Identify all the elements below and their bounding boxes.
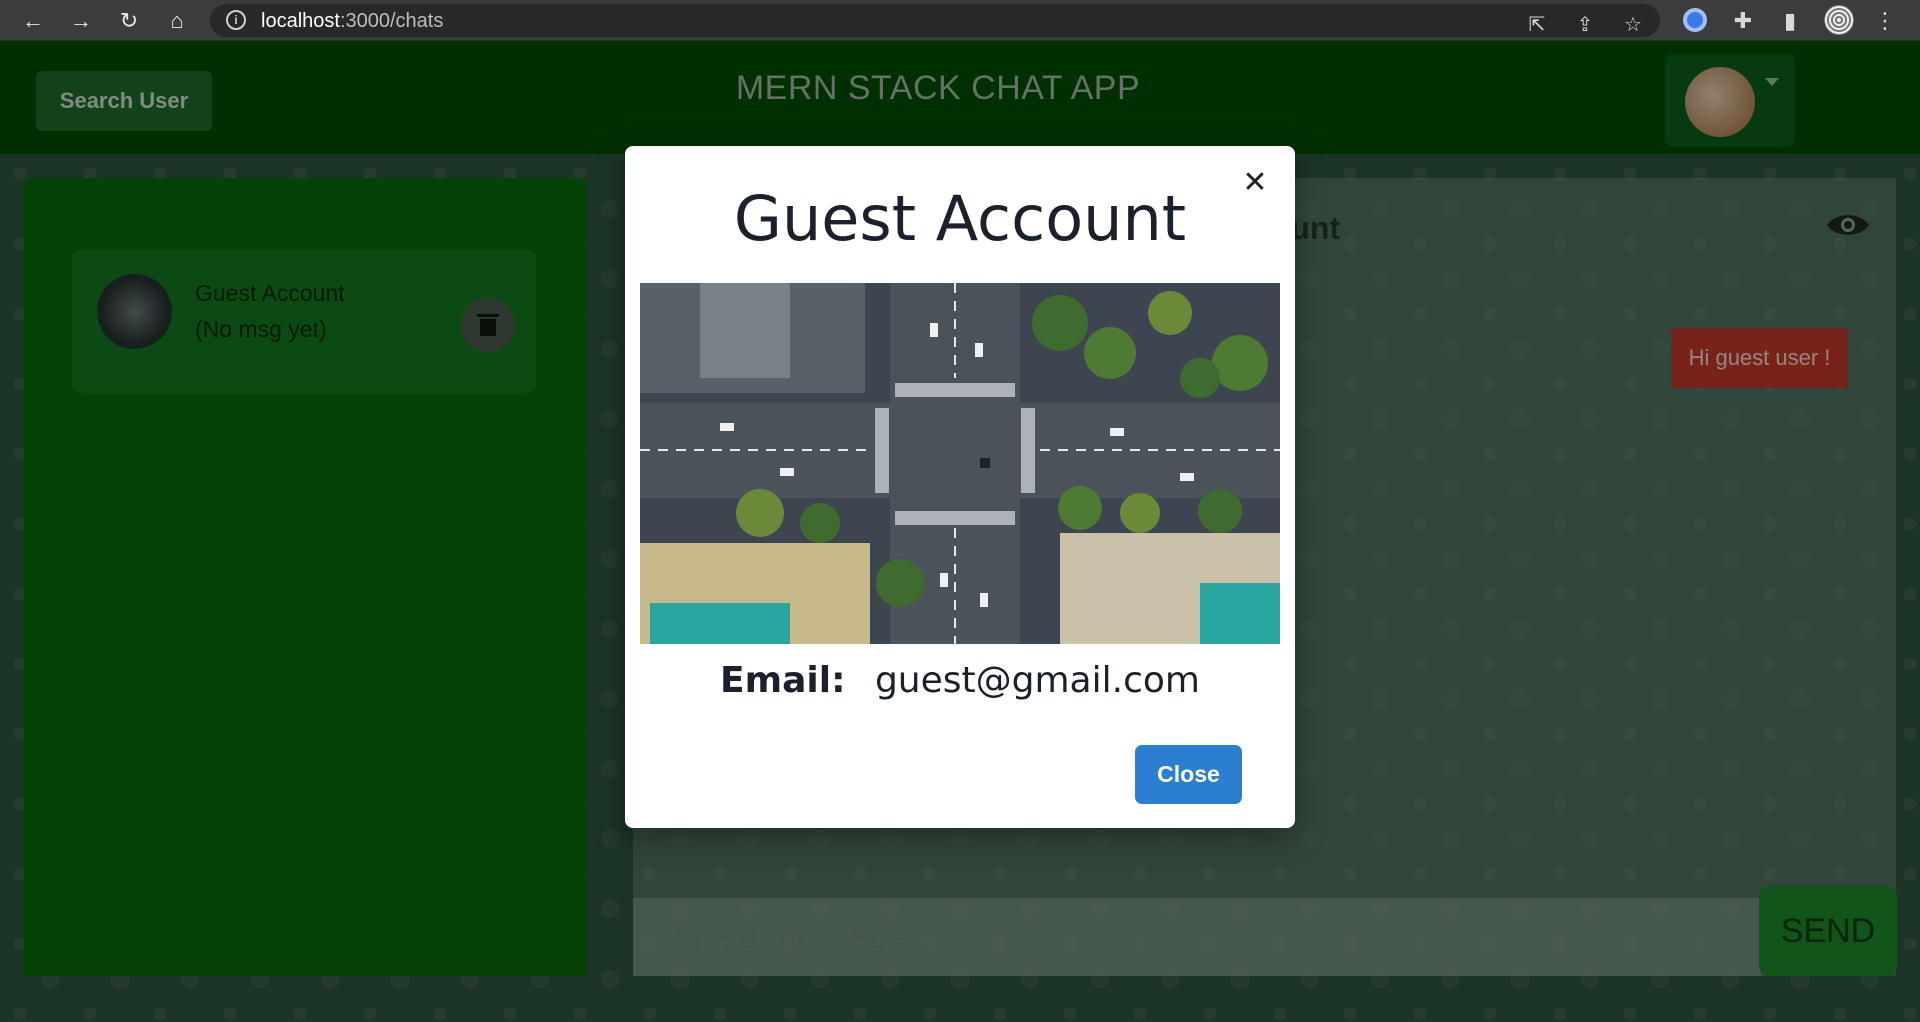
- browser-profile-avatar[interactable]: [1824, 5, 1854, 35]
- extensions-puzzle-icon[interactable]: ✚: [1728, 6, 1758, 36]
- address-bar[interactable]: i localhost:3000/chats ⇱ ⇪ ☆: [210, 4, 1660, 37]
- side-panel-icon[interactable]: ▮: [1775, 6, 1805, 36]
- reload-icon[interactable]: ↻: [114, 6, 144, 36]
- forward-icon[interactable]: →: [66, 6, 96, 36]
- close-icon[interactable]: ✕: [1238, 166, 1272, 200]
- email-label: Email:: [720, 660, 846, 701]
- email-value: guest@gmail.com: [874, 660, 1200, 701]
- bookmark-star-icon[interactable]: ☆: [1618, 10, 1648, 40]
- browser-menu-icon[interactable]: ⋮: [1870, 6, 1900, 36]
- profile-image: [640, 283, 1280, 644]
- back-icon[interactable]: ←: [18, 6, 48, 36]
- email-line: Email: guest@gmail.com: [625, 660, 1295, 701]
- modal-title: Guest Account: [733, 182, 1187, 255]
- aerial-city-photo: [640, 283, 1280, 644]
- share-icon[interactable]: ⇪: [1570, 10, 1600, 40]
- close-button[interactable]: Close: [1135, 745, 1242, 804]
- extension-icon[interactable]: [1683, 8, 1707, 32]
- home-icon[interactable]: ⌂: [162, 6, 192, 36]
- url-host: localhost: [261, 10, 340, 32]
- browser-toolbar: ← → ↻ ⌂ i localhost:3000/chats ⇱ ⇪ ☆ ✚ ▮…: [0, 0, 1920, 41]
- url-path: :3000/chats: [339, 10, 444, 32]
- site-info-icon[interactable]: i: [226, 10, 246, 30]
- url-text: localhost:3000/chats: [261, 10, 443, 33]
- open-external-icon[interactable]: ⇱: [1522, 10, 1552, 40]
- profile-modal: Guest Account ✕ Email: guest@gmail.com C…: [625, 146, 1295, 828]
